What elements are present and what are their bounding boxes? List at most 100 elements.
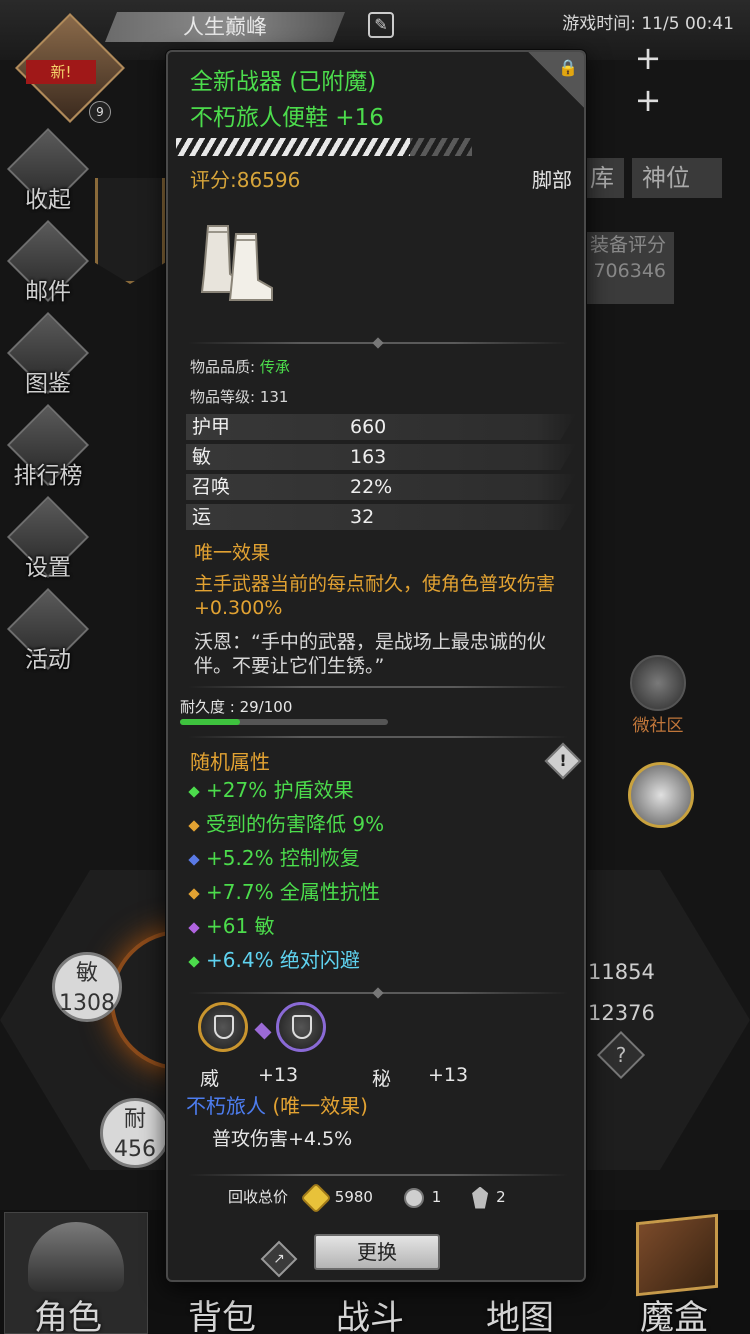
attr-text: 受到的伤害降低 9% <box>206 812 385 836</box>
recycle-value: 回收总价 5980 1 2 <box>228 1181 506 1214</box>
divider <box>188 736 568 738</box>
add-resource-icon[interactable]: + <box>634 42 662 74</box>
attr-bullet-icon <box>188 955 200 968</box>
recycle-shard: 2 <box>496 1188 506 1206</box>
side-menu-collapse[interactable]: 收起 <box>6 127 90 214</box>
stat-row-luck: 运 32 <box>186 504 576 530</box>
stat-row-armor: 护甲 660 <box>186 414 576 440</box>
tab-divine[interactable]: 神位 <box>632 158 722 198</box>
stat-bubble-agility[interactable]: 敏 1308 <box>52 952 122 1022</box>
item-name: 不朽旅人便鞋 +16 <box>190 105 384 131</box>
divider <box>188 337 568 349</box>
share-glyph: ↗ <box>273 1251 285 1267</box>
magic-box-icon <box>636 1213 718 1297</box>
attr-bullet-icon <box>188 819 200 832</box>
item-level: 物品等级: 131 <box>190 388 289 406</box>
edit-icon[interactable]: ✎ <box>368 12 394 38</box>
add-resource-icon[interactable]: + <box>634 84 662 116</box>
durability-bar <box>180 719 388 725</box>
stat-row-agility: 敏 163 <box>186 444 576 470</box>
nav-map[interactable]: 地图 <box>486 1290 554 1334</box>
nav-battle[interactable]: 战斗 <box>336 1290 404 1334</box>
rank-banner <box>95 178 165 284</box>
stat-bubble-value: 456 <box>114 1137 156 1162</box>
side-menu-label: 设置 <box>25 555 71 581</box>
share-icon[interactable]: ↗ <box>260 1240 298 1278</box>
nav-magic-box[interactable]: 魔盒 <box>640 1290 708 1334</box>
side-menu-label: 邮件 <box>25 279 71 305</box>
attr-text: +27% 护盾效果 <box>206 778 354 802</box>
socket-gem[interactable] <box>198 1002 248 1052</box>
recycle-crystal: 1 <box>431 1188 442 1206</box>
shard-icon <box>472 1186 489 1209</box>
item-tooltip: 🔒 全新战器 (已附魔) 不朽旅人便鞋 +16 评分:86596 脚部 物品品质… <box>166 50 586 1282</box>
attr-text: +6.4% 绝对闪避 <box>206 948 360 972</box>
socket-stat-value: +13 <box>428 1064 469 1086</box>
attr-text: +5.2% 控制恢复 <box>206 846 360 870</box>
item-header-status: 全新战器 (已附魔) <box>190 69 377 95</box>
side-number: 12376 <box>588 1001 655 1025</box>
socket-stat-name: 威 <box>200 1068 220 1090</box>
enhance-progress-empty <box>410 138 472 156</box>
socket-stat-value: +13 <box>258 1064 299 1086</box>
random-attr: +6.4% 绝对闪避 <box>188 944 360 973</box>
lock-icon[interactable]: 🔒 <box>558 58 578 78</box>
equip-rating: 装备评分 706346 <box>582 232 674 304</box>
warning-icon[interactable]: ! <box>544 742 582 780</box>
attr-bullet-icon <box>188 887 200 900</box>
side-menu-mail[interactable]: 邮件 <box>6 219 90 306</box>
emblem-icon[interactable] <box>628 762 694 828</box>
stat-name: 敏 <box>192 446 212 468</box>
durability-label: 耐久度 : 29/100 <box>180 698 293 716</box>
recycle-label: 回收总价 <box>228 1188 289 1206</box>
stat-name: 运 <box>192 506 212 528</box>
random-attr: 受到的伤害降低 9% <box>188 808 385 837</box>
stat-bubble-stamina[interactable]: 耐 456 <box>100 1098 170 1168</box>
socket-stat-name: 秘 <box>372 1068 392 1090</box>
set-bonus: 普攻伤害+4.5% <box>212 1128 353 1150</box>
game-time: 游戏时间: 11/5 00:41 <box>562 14 734 34</box>
divider <box>188 686 568 688</box>
stat-row-summon: 召唤 22% <box>186 474 576 500</box>
item-quality-value: 传承 <box>259 358 290 376</box>
nav-bag[interactable]: 背包 <box>188 1290 256 1334</box>
socket-gem[interactable] <box>276 1002 326 1052</box>
attr-bullet-icon <box>188 785 200 798</box>
attr-text: +7.7% 全属性抗性 <box>206 880 380 904</box>
side-menu-label: 排行榜 <box>13 463 83 489</box>
help-glyph: ? <box>615 1043 627 1067</box>
side-menu-label: 收起 <box>25 187 71 213</box>
side-menu-label: 图鉴 <box>25 371 71 397</box>
gold-icon <box>300 1181 332 1214</box>
item-quality-label: 物品品质: <box>190 358 260 376</box>
nav-character[interactable]: 角色 <box>34 1290 102 1334</box>
community-button[interactable]: 微社区 <box>622 655 694 736</box>
side-menu-settings[interactable]: 设置 <box>6 495 90 582</box>
socket-link <box>254 1022 272 1040</box>
divider <box>188 987 568 999</box>
side-menu-leaderboard[interactable]: 排行榜 <box>6 403 90 490</box>
crystal-icon <box>403 1187 424 1208</box>
side-menu-events[interactable]: 活动 <box>6 587 90 674</box>
stat-value: 163 <box>350 446 387 468</box>
new-badge: 新! <box>26 60 96 84</box>
random-attr: +27% 护盾效果 <box>188 774 354 803</box>
set-name-text: 不朽旅人 <box>186 1094 266 1118</box>
set-name-suffix: (唯一效果) <box>272 1094 368 1118</box>
random-attrs-title: 随机属性 <box>190 750 270 774</box>
helmet-icon <box>630 655 686 711</box>
unique-effect-title: 唯一效果 <box>194 542 271 564</box>
replace-button[interactable]: 更换 <box>314 1234 440 1270</box>
item-lore: 沃恩：“手中的武器，是战场上最忠诚的伙伴。不要让它们生锈。” <box>194 631 546 677</box>
stat-name: 护甲 <box>192 416 231 438</box>
side-number: 11854 <box>588 960 655 984</box>
side-menu-label: 活动 <box>25 647 71 673</box>
recycle-gold: 5980 <box>334 1188 373 1206</box>
stat-value: 32 <box>350 506 375 528</box>
unique-effect-desc: 主手武器当前的每点耐久，使角色普攻伤害+0.300% <box>194 573 556 619</box>
random-attr: +7.7% 全属性抗性 <box>188 876 380 905</box>
side-menu-codex[interactable]: 图鉴 <box>6 311 90 398</box>
stat-value: 660 <box>350 416 387 438</box>
level-badge: 9 <box>89 101 111 123</box>
tab-storage[interactable]: 库 <box>580 158 624 198</box>
